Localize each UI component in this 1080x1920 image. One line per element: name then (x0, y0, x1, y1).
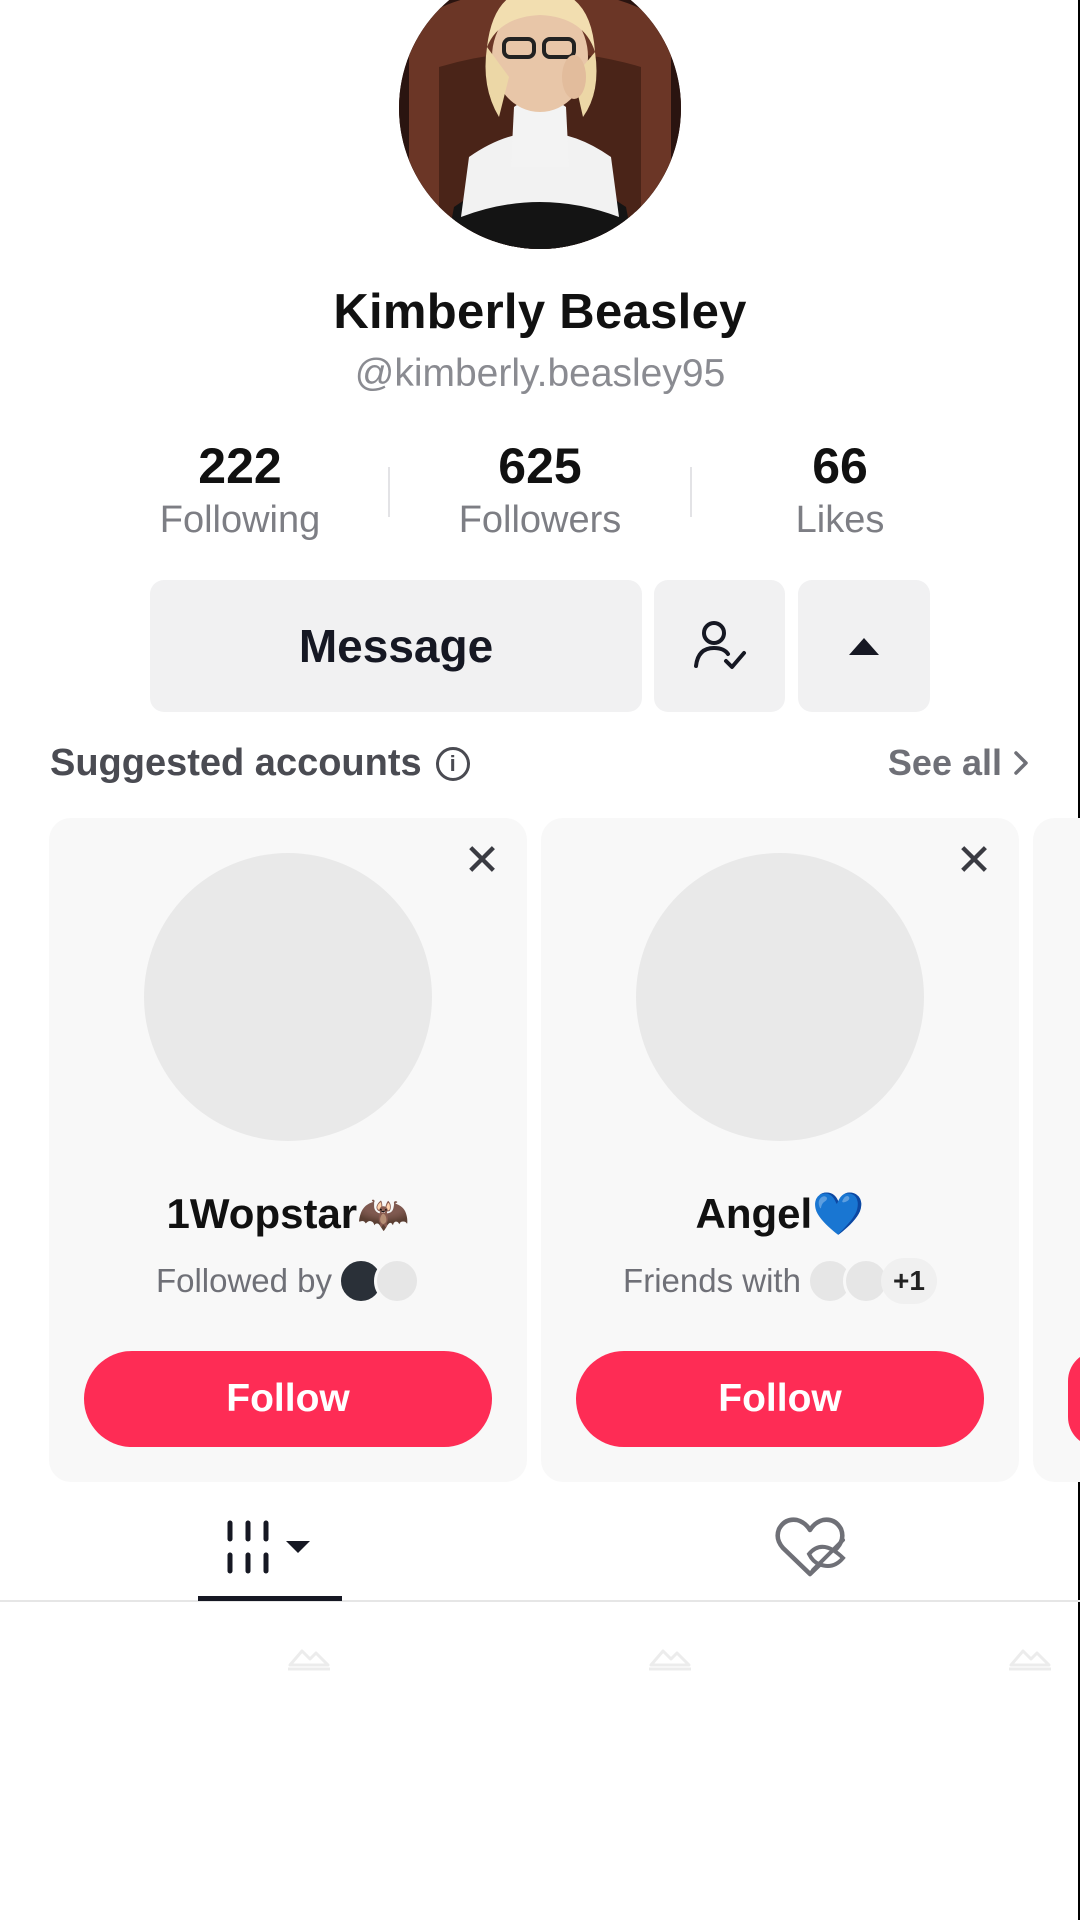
stat-likes-label: Likes (795, 499, 885, 541)
suggested-username[interactable]: Angel💙 (541, 1190, 1019, 1239)
relation-label: Followed by (155, 1262, 333, 1299)
follow-button[interactable]: Follow (84, 1351, 492, 1447)
suggested-avatar[interactable] (636, 853, 924, 1141)
follow-button[interactable]: Follow (576, 1351, 984, 1447)
message-button[interactable]: Message (150, 580, 642, 712)
loading-placeholder-icon (649, 1649, 691, 1671)
close-icon[interactable]: ✕ (949, 836, 999, 886)
stat-following-label: Following (159, 499, 321, 541)
follow-button-partial[interactable] (1068, 1351, 1080, 1447)
see-all-link[interactable]: See all (888, 742, 1030, 784)
stat-likes[interactable]: 66 Likes (710, 437, 970, 545)
stat-followers-value: 625 (498, 438, 582, 494)
profile-display-name: Kimberly Beasley (333, 285, 747, 339)
friends-button[interactable] (654, 580, 785, 712)
mutual-avatar (374, 1258, 421, 1304)
stat-divider (388, 467, 390, 517)
mutual-count-badge: +1 (880, 1258, 937, 1304)
chevron-right-icon (1014, 751, 1028, 775)
caret-down-icon (286, 1541, 310, 1553)
profile-username: @kimberly.beasley95 (354, 352, 726, 395)
profile-stats: 222 Following 625 Followers 66 Likes (0, 437, 1080, 547)
suggested-accounts-header: Suggested accounts i (50, 742, 470, 785)
stat-likes-value: 66 (812, 438, 868, 494)
relation-label: Friends with (623, 1262, 801, 1299)
suggested-username[interactable]: 1Wopstar🦇 (49, 1190, 527, 1239)
tab-liked[interactable] (760, 1492, 860, 1602)
stat-followers[interactable]: 625 Followers (410, 437, 670, 545)
close-icon[interactable]: ✕ (457, 836, 507, 886)
stat-following-value: 222 (198, 438, 282, 494)
suggested-card[interactable]: ✕ 1Wopstar🦇 Followed by Follow (49, 818, 527, 1482)
loading-placeholder-icon (1009, 1649, 1051, 1671)
tab-videos[interactable] (198, 1492, 342, 1602)
suggested-card-partial[interactable] (1033, 818, 1080, 1482)
avatar-photo (399, 0, 681, 249)
grid-icon (227, 1520, 310, 1574)
caret-up-icon (849, 638, 879, 655)
more-toggle-button[interactable] (798, 580, 930, 712)
suggested-accounts-title: Suggested accounts (50, 742, 422, 784)
person-check-icon (693, 621, 746, 669)
suggested-card[interactable]: ✕ Angel💙 Friends with +1 Follow (541, 818, 1019, 1482)
stat-following[interactable]: 222 Following (110, 437, 370, 545)
suggested-relation: Followed by (49, 1258, 527, 1304)
see-all-label: See all (887, 742, 1002, 783)
hidden-heart-icon (775, 1517, 846, 1577)
stat-divider (690, 467, 692, 517)
info-icon[interactable]: i (435, 746, 470, 781)
suggested-relation: Friends with +1 (541, 1258, 1019, 1304)
suggested-avatar[interactable] (144, 853, 432, 1141)
stat-followers-label: Followers (458, 499, 622, 541)
profile-avatar[interactable] (399, 0, 681, 249)
loading-placeholder-icon (288, 1649, 330, 1671)
tab-active-indicator (198, 1596, 342, 1601)
profile-tabs (0, 1492, 1080, 1602)
